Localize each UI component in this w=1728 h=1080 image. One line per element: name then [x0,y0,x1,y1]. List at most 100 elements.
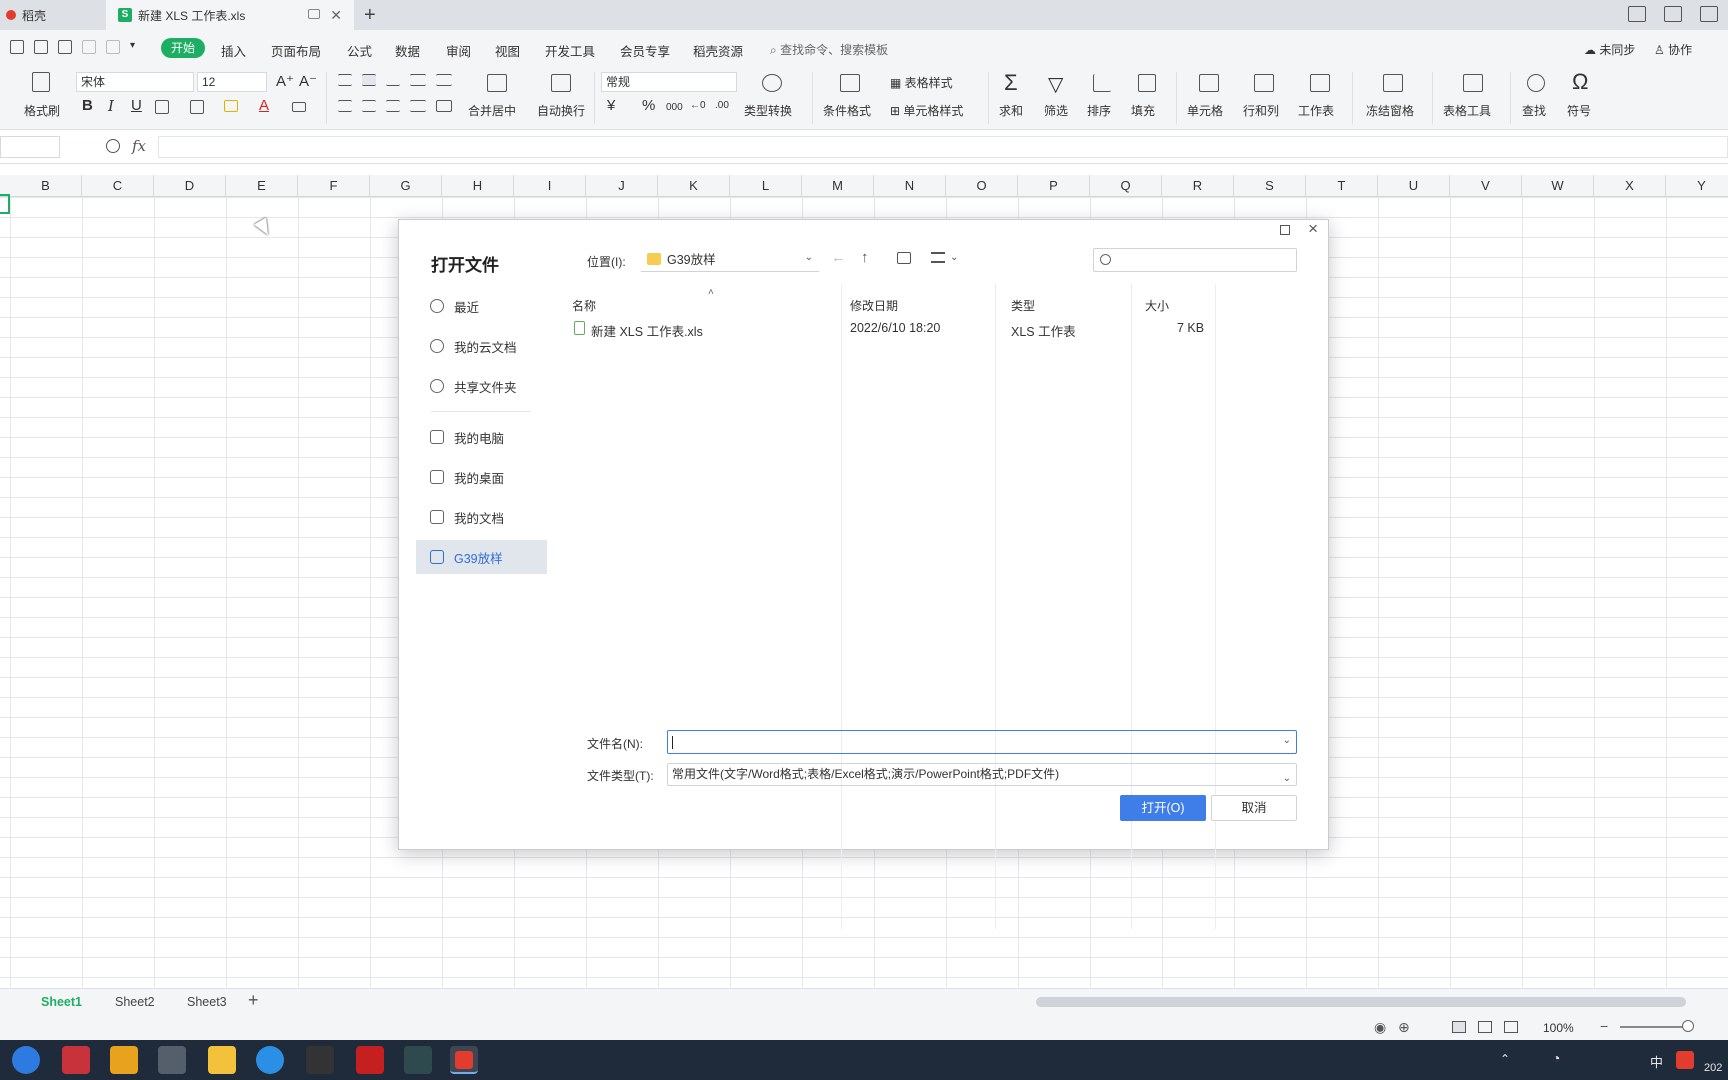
font-size-select[interactable]: 12 [197,72,267,92]
grid-apps-icon[interactable] [1664,6,1682,22]
new-tab-icon[interactable]: + [364,4,376,27]
menu-start[interactable]: 开始 [161,38,205,58]
column-header-cell[interactable]: G [370,175,442,197]
column-header-cell[interactable]: D [154,175,226,197]
find-icon[interactable] [1527,74,1545,92]
undo-icon[interactable] [82,40,96,54]
symbol-button[interactable]: 符号 [1567,102,1591,119]
tab-close-icon[interactable]: ✕ [330,7,342,24]
menu-page-layout[interactable]: 页面布局 [271,41,321,60]
column-header-cell[interactable]: H [442,175,514,197]
tab-document[interactable]: S 新建 XLS 工作表.xls ✕ [106,0,354,30]
column-header-cell[interactable]: R [1162,175,1234,197]
freeze-panes-button[interactable]: 冻结窗格 [1366,102,1414,119]
underline-button[interactable]: U [131,97,142,114]
menu-formulas[interactable]: 公式 [347,41,372,60]
formula-input[interactable] [158,136,1728,158]
horizontal-scrollbar[interactable] [1036,997,1686,1007]
column-header-cell[interactable]: N [874,175,946,197]
user-avatar-icon[interactable] [1700,6,1718,22]
cell-icon[interactable] [1199,74,1219,92]
filename-input[interactable]: ⌄ [667,730,1297,754]
decimal-decrease-icon[interactable]: .00 [715,100,729,111]
fill-pattern-icon[interactable] [190,100,204,114]
nav-g39-folder[interactable]: G39放样 [416,540,547,574]
nav-recent[interactable]: 最近 [416,289,547,323]
menu-review[interactable]: 审阅 [446,41,471,60]
decimal-increase-icon[interactable]: ←0 [690,100,706,111]
location-select[interactable]: G39放样 ⌄ [641,246,819,272]
column-header-cell[interactable]: P [1018,175,1090,197]
wrap-text-button[interactable]: 自动换行 [537,102,585,119]
sync-status[interactable]: ☁ 未同步 [1584,41,1635,58]
clear-icon[interactable] [292,102,306,112]
row-column-button[interactable]: 行和列 [1243,102,1279,119]
column-header-cell[interactable]: B [10,175,82,197]
add-sheet-icon[interactable]: + [248,990,259,1011]
column-modified-header[interactable]: 修改日期 [850,297,898,314]
table-tools-button[interactable]: 表格工具 [1443,102,1491,119]
taskbar-app-qq-icon[interactable] [306,1046,334,1074]
column-header-cell[interactable]: Q [1090,175,1162,197]
sheet-tab-3[interactable]: Sheet3 [187,995,227,1009]
chevron-down-icon[interactable]: ⌄ [1283,735,1291,746]
print-preview-icon[interactable] [58,40,72,54]
nav-my-computer[interactable]: 我的电脑 [416,420,547,454]
format-painter-button[interactable]: 格式刷 [24,102,60,119]
taskbar-app-chat-icon[interactable] [404,1046,432,1074]
align-right-icon[interactable] [386,100,400,112]
column-header-cell[interactable]: Y [1666,175,1728,197]
column-header-cell[interactable]: K [658,175,730,197]
column-header-cell[interactable]: S [1234,175,1306,197]
back-arrow-icon[interactable]: ← [831,249,846,266]
sheet-tab-1[interactable]: Sheet1 [41,995,82,1009]
distribute-icon[interactable] [436,100,452,112]
column-header-cell[interactable]: L [730,175,802,197]
column-header-cell[interactable]: C [82,175,154,197]
dialog-search-input[interactable] [1093,248,1297,272]
menu-view[interactable]: 视图 [495,41,520,60]
nav-my-documents[interactable]: 我的文档 [416,500,547,534]
maximize-icon[interactable] [1280,225,1290,235]
column-header-cell[interactable]: M [802,175,874,197]
font-name-select[interactable]: 宋体 [76,72,194,92]
conditional-format-icon[interactable] [840,74,860,92]
column-type-header[interactable]: 类型 [1011,297,1035,314]
zoom-level[interactable]: 100% [1543,1021,1574,1035]
zoom-formula-icon[interactable] [106,139,120,153]
table-tools-icon[interactable] [1463,74,1483,92]
view-mode-icon[interactable] [931,252,945,263]
redo-icon[interactable] [106,40,120,54]
nav-shared-folder[interactable]: 共享文件夹 [416,369,547,403]
sort-button[interactable]: 排序 [1087,102,1111,119]
column-header-cell[interactable]: I [514,175,586,197]
justify-icon[interactable] [410,100,426,112]
find-button[interactable]: 查找 [1522,102,1546,119]
conditional-format-button[interactable]: 条件格式 [823,102,871,119]
ime-indicator[interactable]: 中 [1650,1052,1663,1071]
sort-icon[interactable] [1093,74,1111,92]
menu-developer[interactable]: 开发工具 [545,41,595,60]
symbol-icon[interactable]: Ω [1572,69,1588,95]
menu-member[interactable]: 会员专享 [620,41,670,60]
filter-button[interactable]: 筛选 [1044,102,1068,119]
column-header-cell[interactable]: O [946,175,1018,197]
column-header-cell[interactable]: T [1306,175,1378,197]
bold-button[interactable]: B [82,97,93,114]
up-arrow-icon[interactable]: ↑ [861,249,869,266]
file-row-name[interactable]: 新建 XLS 工作表.xls [591,321,703,340]
menu-docer-resources[interactable]: 稻壳资源 [693,41,743,60]
new-folder-icon[interactable] [897,252,911,264]
wrap-text-icon[interactable] [551,74,571,92]
column-header-cell[interactable]: J [586,175,658,197]
cell-style-button[interactable]: ⊞ 单元格样式 [890,102,963,119]
file-explorer-icon[interactable] [208,1046,236,1074]
taskbar-app-screen-icon[interactable] [110,1046,138,1074]
type-convert-button[interactable]: 类型转换 [744,102,792,119]
zoom-slider-thumb[interactable] [1682,1020,1694,1032]
currency-button[interactable]: ¥ [607,97,615,114]
taskbar-app-browser-icon[interactable] [256,1046,284,1074]
filetype-select[interactable]: 常用文件(文字/Word格式;表格/Excel格式;演示/PowerPoint格… [667,763,1297,786]
nav-cloud-docs[interactable]: 我的云文档 [416,329,547,363]
worksheet-button[interactable]: 工作表 [1298,102,1334,119]
